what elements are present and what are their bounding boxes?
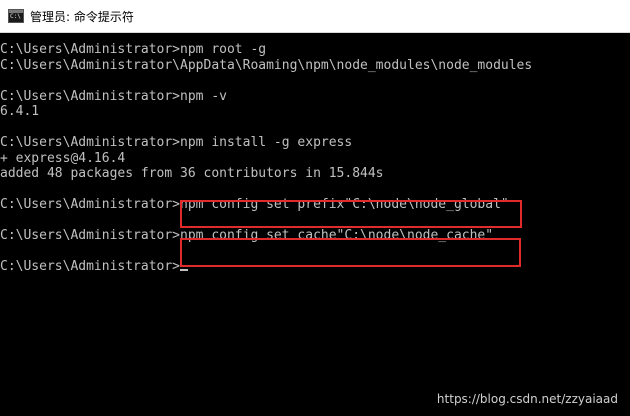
console-line: C:\Users\Administrator>npm root -g [0,42,267,57]
console-line: 6.4.1 [0,104,40,119]
prompt-line[interactable]: C:\Users\Administrator> [0,259,630,275]
console-line: C:\Users\Administrator>npm -v [0,88,227,104]
console-line: C:\Users\Administrator\AppData\Roaming\n… [0,57,533,73]
console-output[interactable]: C:\Users\Administrator>npm root -g C:\Us… [0,42,630,416]
title-bar[interactable]: C:\ 管理员: 命令提示符 [0,0,630,33]
window-title: 管理员: 命令提示符 [30,9,134,24]
text-cursor [180,269,189,271]
console-line: C:\Users\Administrator>npm install -g ex… [0,135,353,150]
command-prompt-window: C:\ 管理员: 命令提示符 C:\Users\Administrator>np… [0,0,630,416]
prompt-text: C:\Users\Administrator> [0,259,181,274]
watermark-text: https://blog.csdn.net/zzyaiaad [436,392,618,406]
console-line: C:\Users\Administrator>npm config set pr… [0,197,509,212]
console-line: added 48 packages from 36 contributors i… [0,166,384,181]
console-line: + express@4.16.4 [0,150,126,166]
console-line: C:\Users\Administrator>npm config set ca… [0,228,494,243]
command-prompt-icon: C:\ [8,9,24,23]
